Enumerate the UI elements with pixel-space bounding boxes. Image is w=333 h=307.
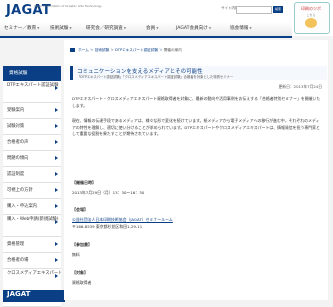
- sidebar-item-purchase[interactable]: 購入・申込案内: [3, 199, 61, 215]
- sidebar-heading: 資格試験: [3, 66, 61, 81]
- target-value: 資格取得者: [72, 280, 92, 285]
- nav-label: 協会情報: [230, 26, 249, 31]
- search-input[interactable]: [236, 6, 272, 14]
- sidebar-item-passers[interactable]: 合格者の場: [3, 253, 61, 269]
- main-nav: セミナー／教育▼ 技術試験▼ 研究会／研究調査▼ 会員▼ JAGAT会員向け▼ …: [0, 22, 292, 38]
- nav-label: 研究会／研究調査: [86, 26, 123, 31]
- venue-label: 【会場】: [72, 207, 88, 212]
- breadcrumb-current: 開催の案内: [163, 48, 182, 52]
- main-content: ホーム ＞ 技術試験 ＞ DTPエキスパート認証試験 ＞ 開催の案内 コミュニケ…: [64, 40, 328, 300]
- nav-label: JAGAT会員向け: [176, 26, 208, 31]
- sidebar: 資格試験 DTPエキスパート認証試験 受験案内 試験対策 合格者の声 問題の傾向…: [3, 66, 61, 307]
- mascot-icon: [305, 18, 317, 28]
- page: JAGAT Japan Association of Graphic Arts …: [0, 0, 333, 307]
- sidebar-item-management[interactable]: 資格管理: [3, 237, 61, 253]
- nav-label: セミナー／教育: [4, 26, 37, 31]
- sidebar-item-trends[interactable]: 問題の傾向: [3, 151, 61, 167]
- body-paragraph: 現在、情報の伝達手段であるメディアは、様々な形で変化を続けています。紙メディアか…: [72, 118, 320, 136]
- fee-value: 無料: [72, 252, 80, 257]
- logo-subtitle: Japan Association of Graphic Arts Techno…: [34, 4, 102, 8]
- sidebar-item-policy[interactable]: 可視上の方針: [3, 183, 61, 199]
- date-label: 【開催日時】: [72, 180, 96, 185]
- breadcrumb-exam[interactable]: 技術試験: [95, 48, 109, 52]
- footer-logo[interactable]: JAGAT: [3, 290, 65, 302]
- nav-item-about[interactable]: 協会情報▼: [230, 25, 252, 31]
- nav-label: 技術試験: [50, 26, 69, 31]
- nav-item-research[interactable]: 研究会／研究調査▼: [86, 25, 126, 31]
- chevron-down-icon: ▼: [123, 26, 127, 30]
- nav-item-exam[interactable]: 技術試験▼: [50, 25, 72, 31]
- search-button[interactable]: 検索: [273, 6, 283, 13]
- chevron-down-icon: ▼: [37, 26, 40, 30]
- venue-address: 〒166-8539 東京都杉並区和田1-29-11: [72, 224, 143, 229]
- nav-label: 会員: [146, 26, 156, 31]
- sidebar-item-certification[interactable]: 認証制度: [3, 167, 61, 183]
- mascot-subtitle: こちら: [306, 13, 316, 17]
- title-bar: コミュニケーションを支えるメディアとその可能性 「DTPエキスパート認証試験」「…: [70, 66, 327, 80]
- sidebar-item-guide[interactable]: 受験案内: [3, 103, 61, 119]
- mascot-title: 印刷のツボ: [301, 6, 321, 11]
- chevron-down-icon: ▼: [69, 26, 72, 30]
- sidebar-item-dtp-exam[interactable]: DTPエキスパート認証試験: [3, 81, 61, 103]
- breadcrumb: ホーム ＞ 技術試験 ＞ DTPエキスパート認証試験 ＞ 開催の案内: [70, 48, 182, 53]
- sidebar-item-crossmedia-exam[interactable]: クロスメディアエキスパート認証試験: [3, 269, 61, 291]
- target-label: 【対象】: [72, 270, 88, 275]
- intro-paragraph: DTPエキスパート・クロスメディアエキスパート資格取得者を対象に、最新の動向や活…: [72, 96, 321, 108]
- chevron-down-icon: ▼: [156, 26, 159, 30]
- date-value: 2013年7月29日（月）13：30～16：30: [72, 190, 145, 195]
- updated-date: 更新日：2013年7月24日: [278, 84, 323, 89]
- sidebar-item-prep[interactable]: 試験対策: [3, 119, 61, 135]
- chevron-down-icon: ▼: [249, 26, 252, 30]
- sidebar-item-voices[interactable]: 合格者の声: [3, 135, 61, 151]
- page-subtitle: 「DTPエキスパート認証試験」「クロスメディアエキスパート認証試験」合格者を対象…: [77, 75, 234, 79]
- nav-item-member-only[interactable]: JAGAT会員向け▼: [176, 25, 211, 31]
- sidebar-item-web-apply[interactable]: 購入・Web申請(新規試験): [3, 215, 61, 237]
- breadcrumb-dtp[interactable]: DTPエキスパート認証試験: [115, 48, 158, 52]
- nav-item-seminar[interactable]: セミナー／教育▼: [4, 25, 39, 31]
- fee-label: 【参加費】: [72, 242, 92, 247]
- venue-link[interactable]: 公益社団法人日本印刷技術協会（JAGAT）セミナールーム: [72, 217, 173, 223]
- breadcrumb-home[interactable]: ホーム: [78, 48, 89, 52]
- nav-item-member[interactable]: 会員▼: [146, 25, 159, 31]
- chevron-down-icon: ▼: [208, 26, 212, 30]
- home-icon: [70, 48, 75, 52]
